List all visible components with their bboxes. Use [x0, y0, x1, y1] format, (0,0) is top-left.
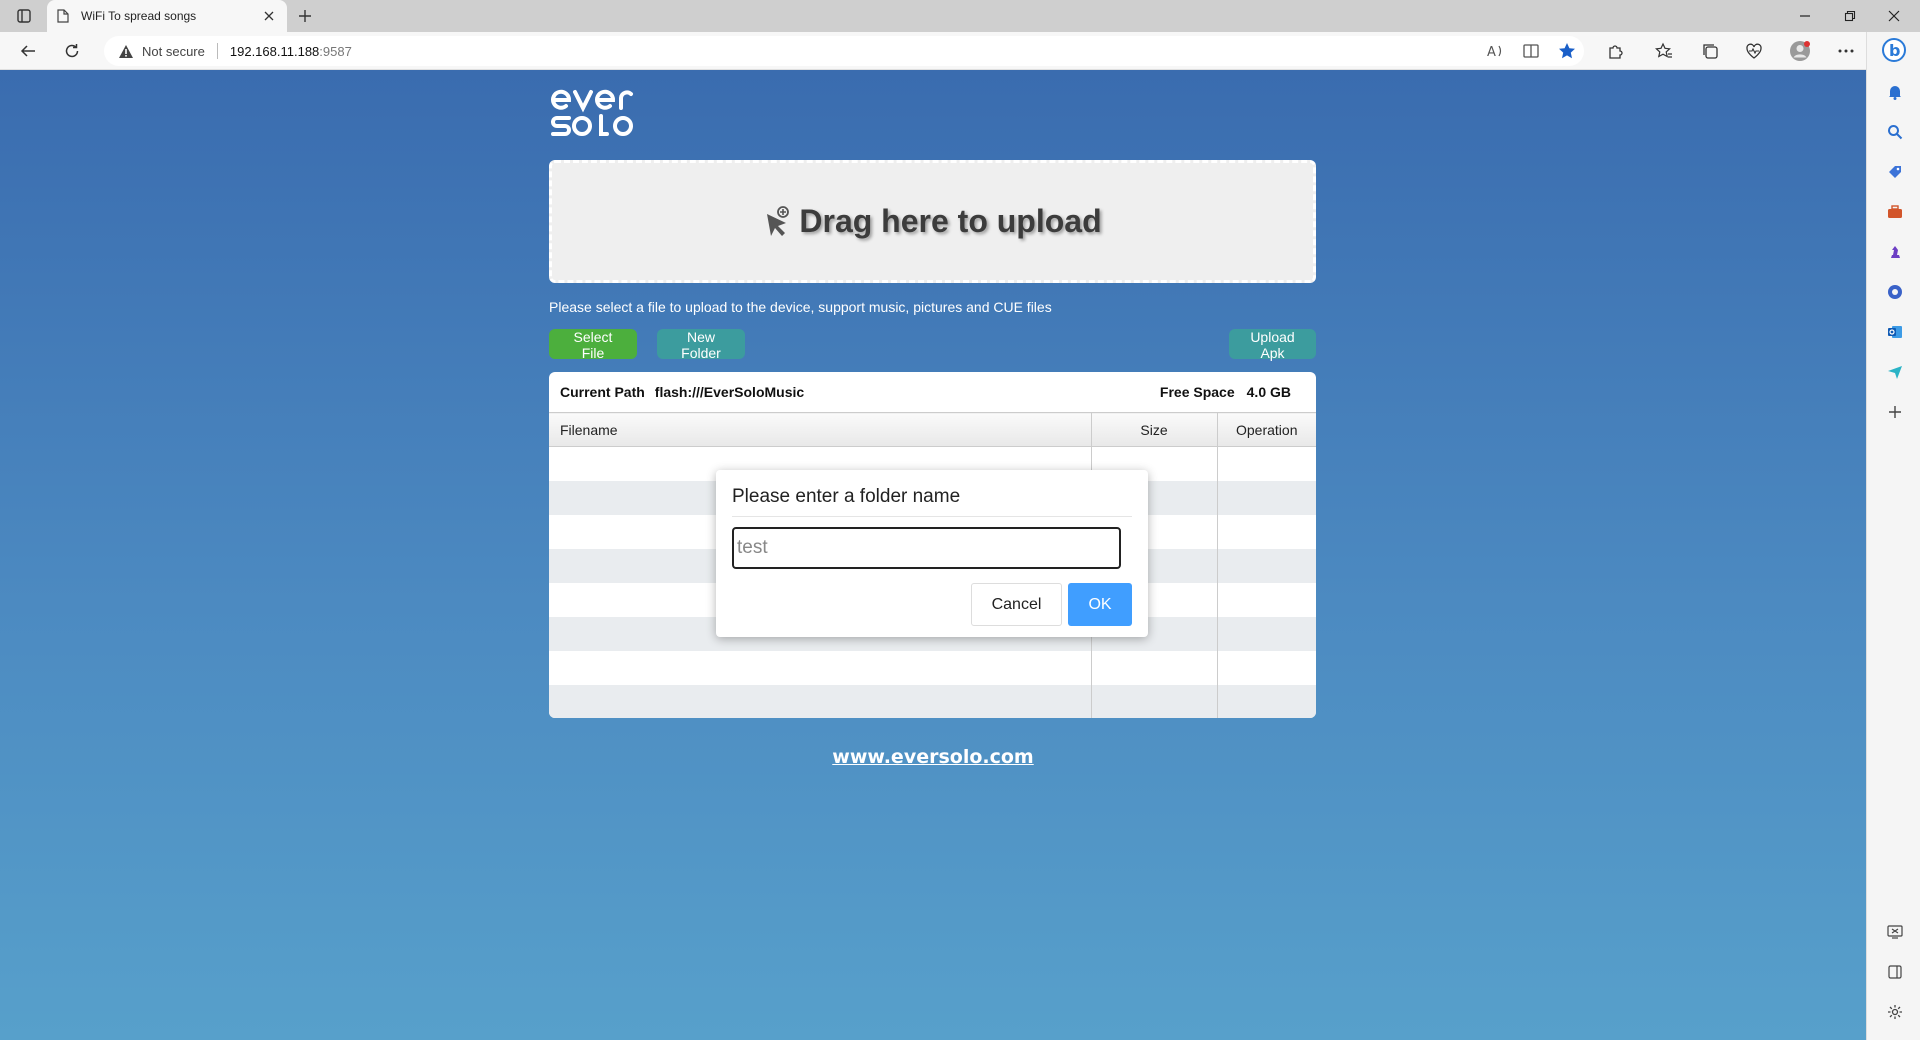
extensions-button[interactable] — [1602, 37, 1630, 65]
warning-icon[interactable] — [118, 43, 134, 59]
sidebar-panel-icon — [1888, 965, 1902, 979]
back-button[interactable] — [14, 37, 42, 65]
new-folder-button[interactable]: New Folder — [657, 329, 745, 361]
window-close-button[interactable] — [1872, 4, 1916, 28]
address-divider — [216, 43, 218, 59]
bell-icon — [1889, 86, 1901, 100]
sidebar-add[interactable] — [1883, 400, 1907, 424]
sidebar-settings[interactable] — [1883, 1000, 1907, 1024]
minimize-icon — [1800, 15, 1810, 17]
bing-copilot-button[interactable]: b — [1882, 38, 1906, 62]
close-icon — [1888, 10, 1900, 22]
settings-more-button[interactable] — [1832, 37, 1860, 65]
svg-text:A: A — [1487, 45, 1496, 60]
tag-icon — [1889, 166, 1901, 178]
tab-title: WiFi To spread songs — [81, 9, 197, 23]
paper-plane-icon — [1888, 366, 1902, 379]
sidebar-tools[interactable] — [1883, 200, 1907, 224]
security-label[interactable]: Not secure — [142, 44, 205, 59]
upload-apk-button[interactable]: Upload Apk — [1229, 329, 1316, 361]
address-bar-actions: A — [1484, 40, 1578, 67]
plus-icon — [299, 10, 311, 22]
upload-dropzone[interactable]: Drag here to upload — [549, 160, 1316, 283]
reload-icon — [65, 44, 79, 58]
current-path-value: flash:///EverSoloMusic — [654, 384, 805, 400]
select-file-button[interactable]: Select File — [549, 329, 637, 361]
dialog-divider — [732, 516, 1132, 517]
browser-tab-active[interactable]: WiFi To spread songs — [47, 0, 287, 32]
plus-icon — [1889, 406, 1901, 418]
new-folder-dialog: Please enter a folder name Cancel OK — [716, 470, 1148, 637]
browser-toolbar: Not secure 192.168.11.188:9587 A — [0, 32, 1920, 70]
sidebar-games[interactable] — [1883, 240, 1907, 264]
sidebar-microsoft-365[interactable] — [1883, 280, 1907, 304]
favorites-icon — [1655, 42, 1672, 58]
profile-button[interactable] — [1786, 37, 1814, 65]
screenshot-icon — [1887, 925, 1903, 939]
performance-button[interactable] — [1740, 37, 1768, 65]
edge-sidebar: b — [1866, 32, 1920, 1040]
table-row — [549, 650, 1316, 685]
ok-button[interactable]: OK — [1068, 583, 1132, 626]
dialog-title: Please enter a folder name — [732, 486, 961, 507]
upload-hint: Please select a file to upload to the de… — [549, 299, 1052, 315]
table-row — [549, 684, 1316, 718]
dropzone-label: Drag here to upload — [799, 203, 1102, 239]
restore-icon — [1844, 10, 1856, 22]
tab-actions-icon — [17, 9, 31, 23]
cursor-plus-icon — [763, 205, 791, 238]
svg-text:b: b — [1889, 41, 1900, 60]
eversolo-website-link[interactable]: www.eversolo.com — [832, 746, 1033, 768]
column-header-filename[interactable]: Filename — [549, 412, 1091, 447]
favorite-star-icon[interactable] — [1556, 40, 1578, 67]
column-header-operation[interactable]: Operation — [1216, 412, 1316, 447]
office-icon — [1888, 285, 1902, 299]
puzzle-icon — [1609, 45, 1623, 59]
search-icon — [1888, 125, 1903, 140]
new-tab-button[interactable] — [294, 5, 316, 27]
read-aloud-icon[interactable]: A — [1484, 40, 1506, 67]
sidebar-toggle[interactable] — [1883, 960, 1907, 984]
sidebar-notifications[interactable] — [1883, 80, 1907, 104]
outlook-icon — [1888, 326, 1902, 338]
restore-button[interactable] — [1828, 4, 1872, 28]
favorites-button[interactable] — [1650, 37, 1678, 65]
sidebar-shopping[interactable] — [1883, 160, 1907, 184]
footer: www.eversolo.com — [0, 746, 1866, 768]
tab-close-button[interactable] — [261, 8, 277, 24]
collections-icon — [1703, 44, 1718, 59]
back-arrow-icon — [20, 45, 35, 57]
heart-pulse-icon — [1746, 43, 1762, 59]
close-icon — [264, 11, 274, 21]
sidebar-outlook[interactable] — [1883, 320, 1907, 344]
column-header-size[interactable]: Size — [1090, 412, 1217, 447]
current-path-label: Current Path — [560, 384, 645, 400]
cancel-button[interactable]: Cancel — [971, 583, 1062, 626]
immersive-reader-icon[interactable] — [1520, 40, 1542, 67]
avatar-icon — [1790, 41, 1810, 61]
bing-icon: b — [1882, 38, 1906, 62]
toolbox-icon — [1888, 205, 1902, 218]
browser-tab-strip: WiFi To spread songs — [0, 0, 1920, 32]
collections-button[interactable] — [1696, 37, 1724, 65]
url-port[interactable]: :9587 — [319, 44, 352, 59]
free-space-label: Free Space — [1159, 384, 1235, 400]
reload-button[interactable] — [58, 37, 86, 65]
gear-icon — [1888, 1005, 1902, 1019]
tab-actions-button[interactable] — [12, 6, 36, 26]
panel-header: Current Path flash:///EverSoloMusic Free… — [549, 372, 1316, 412]
chess-piece-icon — [1891, 246, 1900, 258]
page-icon — [57, 9, 69, 23]
sidebar-screenshot[interactable] — [1883, 920, 1907, 944]
table-header-row: Filename Size Operation — [549, 412, 1316, 447]
sidebar-drop[interactable] — [1883, 360, 1907, 384]
folder-name-input[interactable] — [732, 527, 1121, 569]
more-horizontal-icon — [1838, 49, 1854, 53]
minimize-button[interactable] — [1783, 4, 1827, 28]
address-bar[interactable]: Not secure 192.168.11.188:9587 A — [104, 36, 1584, 66]
free-space-value: 4.0 GB — [1246, 384, 1291, 400]
url-host[interactable]: 192.168.11.188 — [230, 44, 319, 59]
sidebar-search[interactable] — [1883, 120, 1907, 144]
eversolo-logo — [549, 86, 649, 142]
